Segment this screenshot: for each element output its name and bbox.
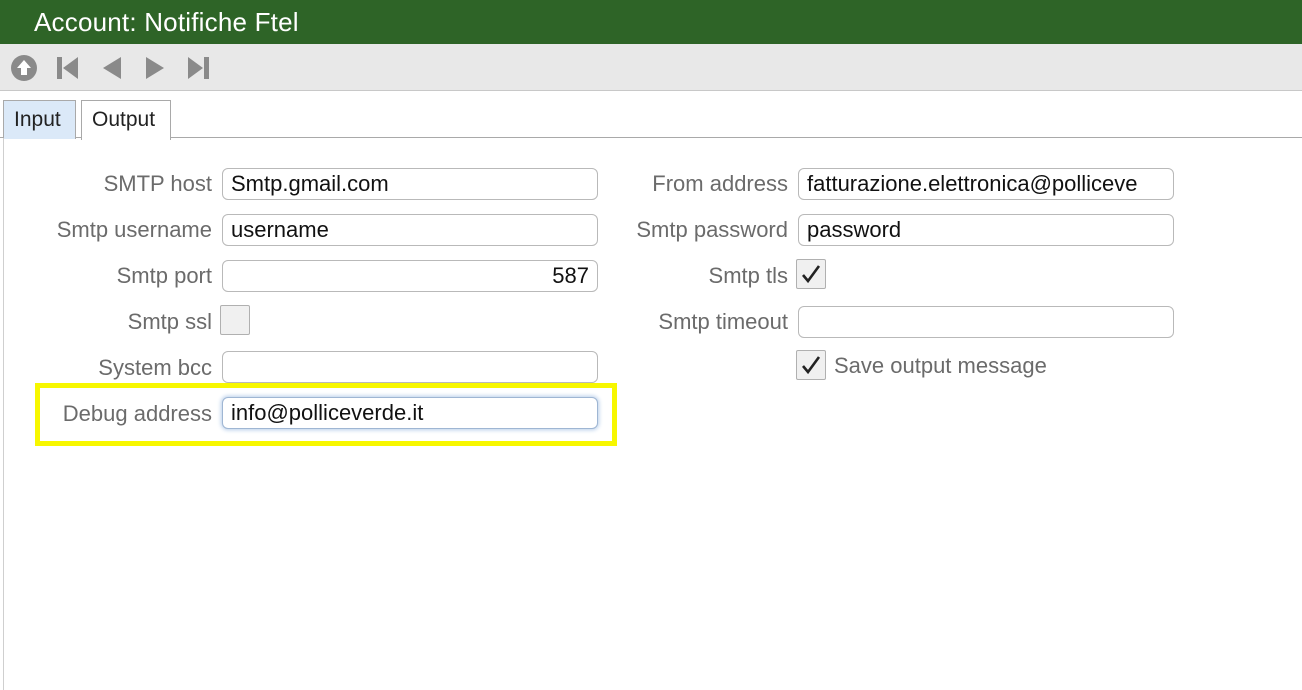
from-address-label: From address [652,171,788,196]
next-record-icon [146,57,164,79]
smtp-password-label: Smtp password [636,217,788,242]
panel-border [3,138,4,690]
debug-address-label: Debug address [62,401,212,426]
next-record-button[interactable] [140,53,170,83]
smtp-ssl-label: Smtp ssl [127,309,212,334]
checkmark-icon [802,356,821,375]
first-record-button[interactable] [52,53,82,83]
previous-record-button[interactable] [96,53,126,83]
smtp-username-label: Smtp username [56,217,212,242]
tab-bar: Input Output [0,92,1302,140]
tab-output[interactable]: Output [81,100,171,140]
record-toolbar [0,44,1302,91]
smtp-timeout-label: Smtp timeout [658,309,788,334]
up-circle-icon [11,55,37,81]
smtp-username-input[interactable]: username [222,214,598,246]
checkmark-icon [802,265,821,284]
debug-address-input[interactable]: info@polliceverde.it [222,397,598,429]
smtp-port-input[interactable]: 587 [222,260,598,292]
from-address-input[interactable]: fatturazione.elettronica@polliceve [798,168,1174,200]
last-record-button[interactable] [184,53,214,83]
smtp-ssl-checkbox[interactable] [220,305,250,335]
tab-input[interactable]: Input [3,100,76,139]
window-title: Account: Notifiche Ftel [34,7,299,37]
save-output-message-checkbox[interactable] [796,350,826,380]
smtp-port-label: Smtp port [116,263,212,288]
system-bcc-label: System bcc [98,355,212,380]
smtp-password-input[interactable]: password [798,214,1174,246]
smtp-tls-checkbox[interactable] [796,259,826,289]
first-record-icon [57,57,78,79]
title-bar: Account: Notifiche Ftel [0,0,1302,44]
previous-record-icon [103,57,121,79]
save-output-message-label: Save output message [834,353,1047,378]
smtp-host-input[interactable]: Smtp.gmail.com [222,168,598,200]
smtp-timeout-input[interactable] [798,306,1174,338]
smtp-host-label: SMTP host [103,171,212,196]
smtp-tls-label: Smtp tls [708,263,788,288]
last-record-icon [188,57,209,79]
up-button[interactable] [9,53,39,83]
system-bcc-input[interactable] [222,351,598,383]
